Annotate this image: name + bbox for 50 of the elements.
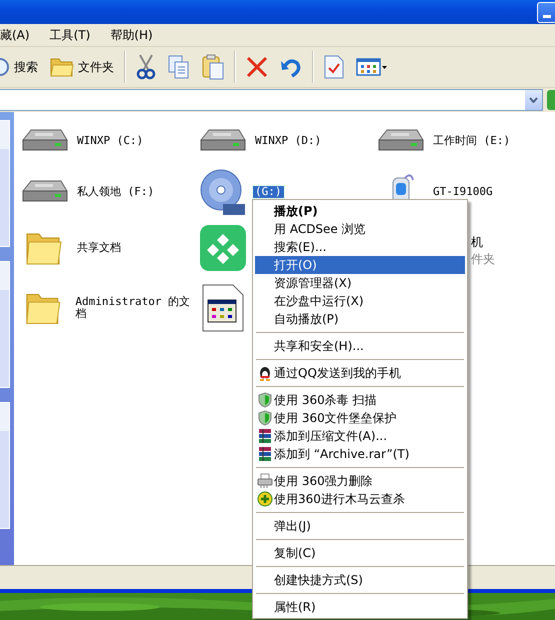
penguin-icon bbox=[257, 365, 273, 381]
menu-item[interactable]: 使用360进行木马云查杀 bbox=[255, 490, 465, 508]
item-label: GT-I9100G bbox=[431, 186, 495, 198]
search-button[interactable]: 搜索 bbox=[0, 50, 44, 84]
search-icon bbox=[0, 56, 10, 78]
cut-icon bbox=[136, 54, 156, 80]
menu-item[interactable]: 资源管理器(X) bbox=[255, 274, 465, 292]
dropdown-button[interactable] bbox=[525, 90, 542, 110]
menu-item[interactable]: 使用 360强力删除 bbox=[255, 472, 465, 490]
shield-icon bbox=[257, 392, 273, 408]
item-type: 件夹 bbox=[471, 251, 495, 268]
item-label: (G:) bbox=[253, 186, 284, 198]
menu-item[interactable]: 使用 360文件堡垒保护 bbox=[255, 409, 465, 427]
archive-icon bbox=[257, 428, 273, 444]
address-field[interactable] bbox=[0, 89, 543, 111]
menu-item[interactable]: 弹出(J) bbox=[255, 517, 465, 535]
item-label: 共享文档 bbox=[75, 242, 123, 254]
menu-item[interactable]: 工具(T) bbox=[50, 26, 108, 44]
item-label: 机 bbox=[471, 234, 483, 251]
menu-item[interactable]: 帮助(H) bbox=[110, 26, 171, 44]
folders-button[interactable]: 文件夹 bbox=[44, 50, 120, 84]
delete-icon bbox=[246, 56, 268, 78]
menu-item[interactable]: 藏(A) bbox=[0, 26, 48, 44]
plus-icon bbox=[257, 491, 273, 507]
folder-icon bbox=[50, 56, 74, 78]
shredder-icon bbox=[257, 473, 273, 489]
menu-item[interactable]: 创建快捷方式(S) bbox=[255, 571, 465, 589]
menu-item[interactable]: 复制(C) bbox=[255, 544, 465, 562]
dvd-icon bbox=[199, 168, 247, 216]
chevron-down-icon bbox=[529, 97, 538, 103]
minimize-button[interactable] bbox=[537, 2, 555, 22]
menu-item[interactable]: 通过QQ发送到我的手机 bbox=[255, 364, 465, 382]
views-icon bbox=[356, 57, 388, 77]
app-icon bbox=[199, 224, 247, 272]
archive-icon bbox=[257, 446, 273, 462]
menu-item[interactable]: 自动播放(P) bbox=[255, 310, 465, 328]
menu-item[interactable]: 使用 360杀毒 扫描 bbox=[255, 391, 465, 409]
copy-icon bbox=[168, 55, 190, 79]
menu-item[interactable]: 打开(O) bbox=[255, 256, 465, 274]
menu-item[interactable]: 属性(R) bbox=[255, 598, 465, 616]
shield-icon bbox=[257, 410, 273, 426]
menu-item[interactable]: 用 ACDSee 浏览 bbox=[255, 220, 465, 238]
menu-item[interactable]: 在沙盘中运行(X) bbox=[255, 292, 465, 310]
properties-icon bbox=[324, 55, 344, 79]
menu-item[interactable]: 播放(P) bbox=[255, 202, 465, 220]
menu-item[interactable]: 搜索(E)... bbox=[255, 238, 465, 256]
paste-icon bbox=[202, 54, 224, 80]
menu-item[interactable]: 共享和安全(H)... bbox=[255, 337, 465, 355]
menu-item[interactable]: 添加到压缩文件(A)... bbox=[255, 427, 465, 445]
menu-item[interactable]: 添加到 “Archive.rar”(T) bbox=[255, 445, 465, 463]
